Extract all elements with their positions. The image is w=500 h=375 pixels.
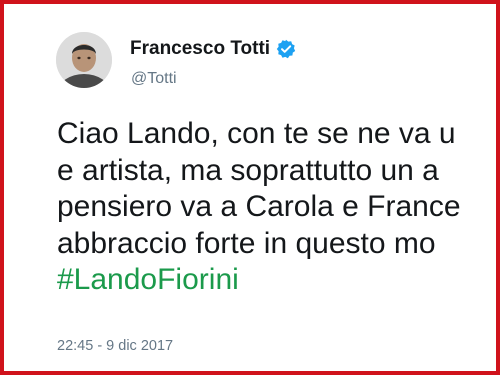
verified-badge-icon <box>276 39 296 59</box>
tweet-timestamp[interactable]: 22:45 - 9 dic 2017 <box>57 338 173 354</box>
screenshot-frame: Francesco Totti @Totti Ciao Lando, con t… <box>0 0 500 375</box>
tweet-text: Ciao Lando, con te se ne va u e artista,… <box>57 116 496 299</box>
tweet-text-line: pensiero va a Carola e France <box>57 190 461 223</box>
tweet-text-line: Ciao Lando, con te se ne va u <box>57 117 456 150</box>
profile-photo-icon <box>56 32 112 88</box>
tweet-text-line: abbraccio forte in questo mo <box>57 226 436 260</box>
avatar[interactable] <box>56 32 112 88</box>
tweet-text-line: e artista, ma soprattutto un a <box>57 153 439 187</box>
author-display-name[interactable]: Francesco Totti <box>130 38 270 60</box>
hashtag-link[interactable]: #LandoFiorini <box>57 262 496 299</box>
author-handle[interactable]: @Totti <box>131 70 177 88</box>
author-name-row: Francesco Totti <box>130 38 296 60</box>
